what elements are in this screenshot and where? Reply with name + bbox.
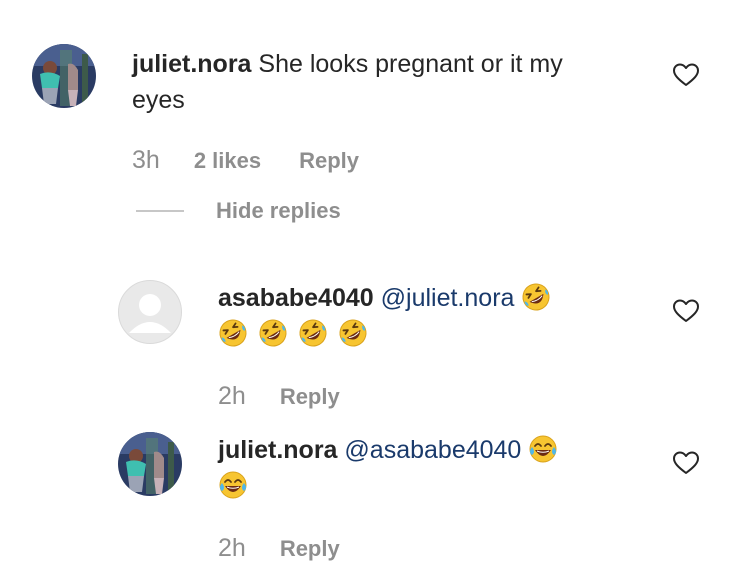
like-heart-icon[interactable]: [672, 298, 700, 324]
divider: [136, 210, 184, 212]
rolling-on-floor-laughing-emoji: [521, 282, 551, 312]
face-with-tears-of-joy-emoji: [218, 470, 248, 500]
timestamp: 3h: [132, 146, 160, 174]
mention-link[interactable]: @juliet.nora: [381, 284, 515, 312]
rolling-on-floor-laughing-emoji: [338, 318, 368, 348]
reply-button[interactable]: Reply: [280, 536, 340, 562]
comment-meta: 3h 2 likes Reply: [132, 146, 359, 175]
comment-text: She looks pregnant or it my: [258, 50, 563, 78]
like-heart-icon[interactable]: [672, 62, 700, 88]
avatar[interactable]: [32, 44, 96, 108]
default-user-icon: [129, 294, 171, 333]
username[interactable]: asababe4040: [218, 284, 374, 312]
reply-meta: 2h Reply: [218, 382, 340, 411]
comment-thread: juliet.nora She looks pregnant or it my …: [0, 0, 750, 584]
avatar[interactable]: [118, 432, 182, 496]
hide-replies-button[interactable]: Hide replies: [136, 198, 341, 224]
mention-link[interactable]: @asababe4040: [344, 436, 521, 464]
timestamp: 2h: [218, 534, 246, 562]
like-heart-icon[interactable]: [672, 450, 700, 476]
likes-count[interactable]: 2 likes: [194, 148, 261, 174]
timestamp: 2h: [218, 382, 246, 410]
rolling-on-floor-laughing-emoji: [258, 318, 288, 348]
username[interactable]: juliet.nora: [132, 50, 251, 78]
reply-button[interactable]: Reply: [299, 148, 359, 174]
reply-meta: 2h Reply: [218, 534, 340, 563]
face-with-tears-of-joy-emoji: [528, 434, 558, 464]
hide-replies-label: Hide replies: [216, 198, 341, 223]
default-avatar[interactable]: [118, 280, 182, 344]
username[interactable]: juliet.nora: [218, 436, 337, 464]
rolling-on-floor-laughing-emoji: [298, 318, 328, 348]
reply-button[interactable]: Reply: [280, 384, 340, 410]
comment-text-cont: eyes: [132, 86, 185, 114]
rolling-on-floor-laughing-emoji: [218, 318, 248, 348]
comment-body: juliet.nora She looks pregnant or it my …: [132, 46, 652, 118]
reply-body: juliet.nora @asababe4040: [218, 432, 638, 504]
reply-body: asababe4040 @juliet.nora: [218, 280, 638, 352]
